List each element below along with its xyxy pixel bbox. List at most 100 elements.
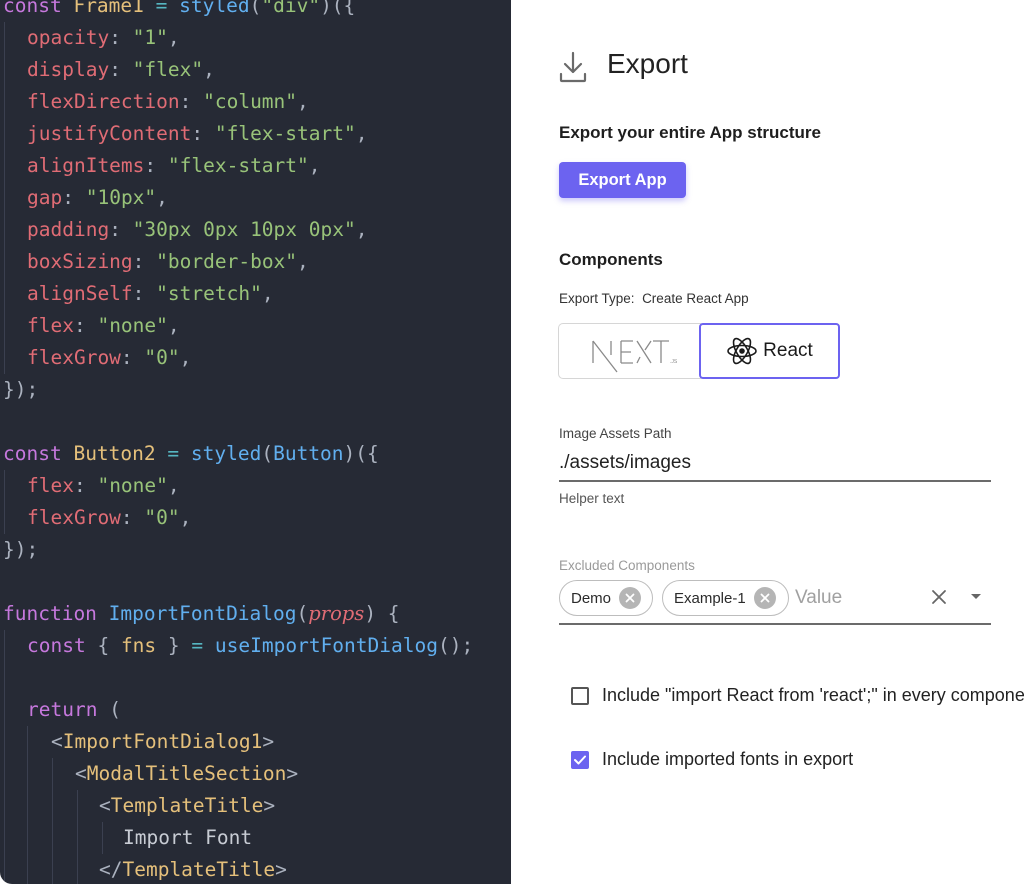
download-icon: [559, 51, 587, 83]
excluded-components-label: Excluded Components: [559, 558, 695, 573]
code-token: ,: [179, 346, 192, 369]
code-token: ,: [261, 282, 274, 305]
dropdown-arrow-icon[interactable]: [969, 591, 983, 601]
code-token: ,: [297, 90, 309, 113]
code-line: const Button2 = styled(Button)({: [3, 438, 379, 470]
code-token: )({: [320, 0, 356, 17]
clear-icon[interactable]: [930, 588, 948, 606]
image-assets-label: Image Assets Path: [559, 426, 672, 441]
code-token: flexDirection: [27, 90, 180, 113]
chip-demo[interactable]: Demo: [559, 580, 653, 616]
code-token: ,: [355, 122, 368, 145]
code-token: (: [261, 442, 274, 465]
checkmark-icon: [574, 755, 586, 764]
code-token: });: [3, 538, 39, 561]
code-token: ,: [167, 474, 180, 497]
code-token: fns: [120, 634, 157, 657]
code-token: </: [99, 858, 123, 881]
code-line: flexGrow: "0",: [27, 502, 191, 534]
export-app-button[interactable]: Export App: [559, 162, 686, 198]
code-line: display: "flex",: [27, 54, 215, 86]
code-token: :: [120, 346, 145, 369]
code-token: <: [99, 794, 111, 817]
code-line: flex: "none",: [27, 310, 180, 342]
code-token: "flex-start": [214, 122, 356, 145]
code-token: (: [97, 698, 121, 721]
code-token: "stretch": [156, 282, 262, 305]
chip-remove-icon[interactable]: [753, 587, 776, 609]
code-token: "30px 0px 10px 0px": [132, 218, 356, 241]
code-token: ,: [156, 186, 168, 209]
checkbox-row-include-fonts[interactable]: Include imported fonts in export: [571, 749, 853, 770]
checkbox-row-import-react[interactable]: Include "import React from 'react';" in …: [571, 685, 1024, 706]
code-token: flexGrow: [27, 346, 121, 369]
code-token: )({: [343, 442, 379, 465]
indent-guide: [4, 22, 5, 374]
code-token: ImportFontDialog: [108, 602, 297, 625]
code-line: boxSizing: "border-box",: [27, 246, 309, 278]
code-token: {: [85, 634, 121, 657]
code-line: <TemplateTitle>: [99, 790, 275, 822]
code-token: :: [109, 26, 133, 49]
code-token: >: [275, 858, 287, 881]
image-assets-path-input[interactable]: [559, 446, 991, 482]
code-line: </TemplateTitle>: [99, 854, 287, 884]
code-token: "border-box": [156, 250, 298, 273]
import-react-checkbox[interactable]: [571, 686, 589, 705]
toggle-react-label: React: [763, 340, 813, 361]
code-token: Import Font: [123, 826, 253, 849]
include-fonts-checkbox[interactable]: [571, 750, 589, 769]
excluded-components-input[interactable]: [795, 584, 915, 612]
code-token: :: [62, 186, 86, 209]
code-token: const: [27, 634, 86, 657]
toggle-nextjs[interactable]: .JS: [558, 323, 701, 379]
code-token: <: [51, 730, 63, 753]
code-token: ,: [297, 250, 309, 273]
export-type-value: Create React App: [642, 291, 749, 306]
export-type-toggle-group: .JS React: [558, 323, 840, 379]
code-token: =: [155, 0, 168, 17]
code-token: ,: [308, 154, 321, 177]
code-token: :: [109, 58, 133, 81]
code-token: const: [3, 442, 62, 465]
code-token: :: [191, 122, 215, 145]
code-token: styled: [179, 0, 250, 17]
chip-label: Demo: [571, 589, 612, 607]
code-token: "0": [144, 506, 180, 529]
code-token: alignItems: [27, 154, 145, 177]
toggle-react[interactable]: React: [699, 323, 840, 379]
code-line: const Frame1 = styled("div")({: [3, 0, 355, 22]
code-line: Import Font: [123, 822, 252, 854]
code-token: :: [73, 314, 98, 337]
code-token: >: [263, 794, 276, 817]
chip-example-1[interactable]: Example-1: [662, 580, 789, 616]
code-token: "none": [97, 474, 168, 497]
export-type-label: Export Type:: [559, 291, 635, 306]
code-token: flexGrow: [27, 506, 121, 529]
indent-guide: [102, 822, 103, 854]
code-token: ,: [203, 58, 215, 81]
code-token: styled: [190, 442, 262, 465]
code-line: alignSelf: "stretch",: [27, 278, 274, 310]
code-token: ModalTitleSection: [86, 762, 287, 785]
chip-remove-icon[interactable]: [619, 587, 642, 609]
code-token: :: [132, 250, 157, 273]
code-line: function ImportFontDialog(props) {: [3, 598, 400, 630]
code-token: :: [73, 474, 98, 497]
code-token: gap: [27, 186, 63, 209]
code-token: function: [3, 602, 97, 625]
code-line: });: [3, 374, 38, 406]
code-token: "flex-start": [167, 154, 309, 177]
code-token: =: [167, 442, 180, 465]
code-line: padding: "30px 0px 10px 0px",: [27, 214, 367, 246]
code-token: useImportFontDialog: [214, 634, 438, 657]
excluded-components-autocomplete[interactable]: Demo Example-1: [559, 578, 991, 625]
code-token: ,: [179, 506, 192, 529]
code-line: flex: "none",: [27, 470, 180, 502]
export-type-text: Export Type: Create React App: [559, 291, 749, 306]
code-token: alignSelf: [27, 282, 133, 305]
